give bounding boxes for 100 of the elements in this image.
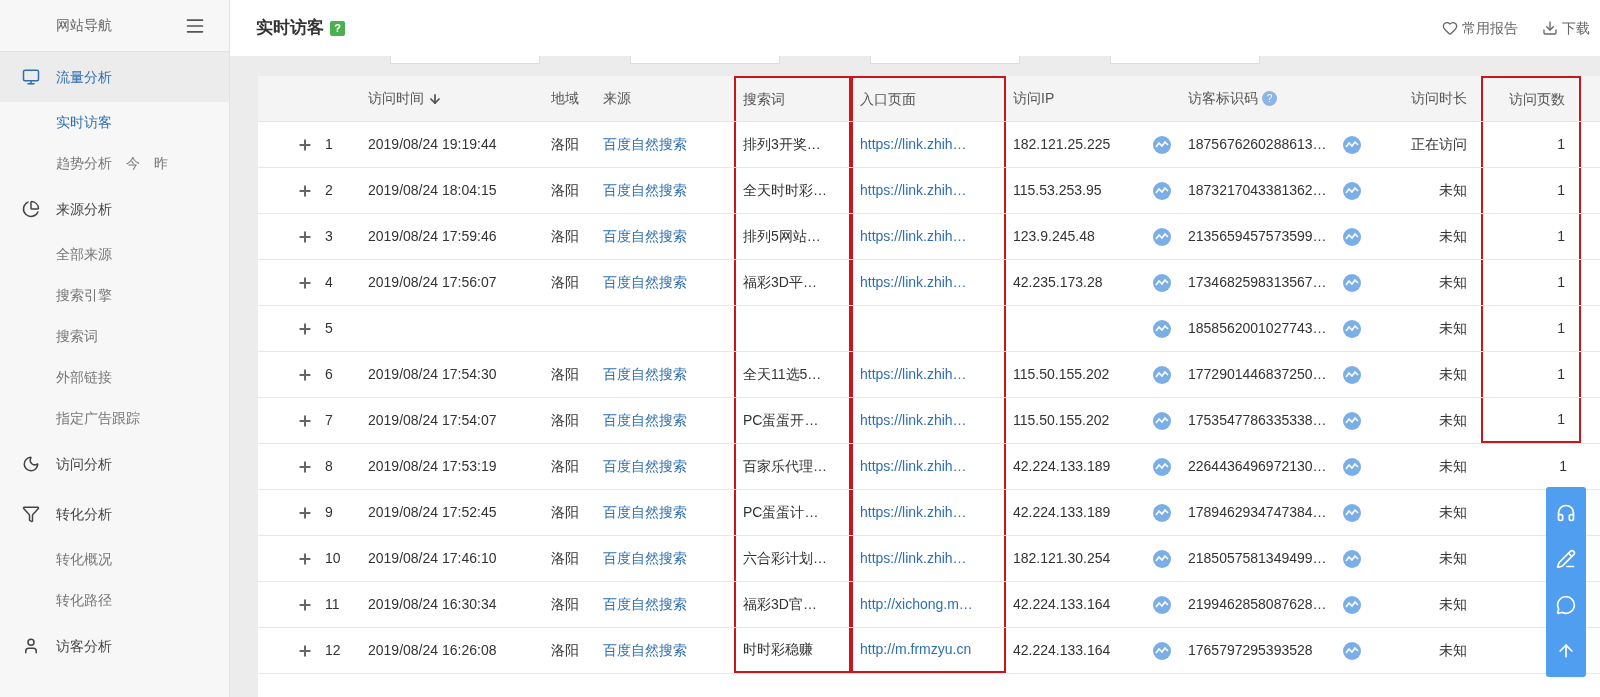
sidebar-item[interactable]: 外部链接 bbox=[56, 367, 112, 388]
sidebar-item[interactable]: 搜索词 bbox=[56, 326, 98, 347]
column-header[interactable]: 访客标识码 bbox=[1188, 88, 1258, 109]
entry-page-link[interactable]: http://xichong.m… bbox=[860, 594, 973, 615]
source-link[interactable]: 百度自然搜索 bbox=[603, 456, 687, 477]
sort-arrow-icon[interactable] bbox=[428, 91, 442, 106]
entry-page-link[interactable]: https://link.zhih… bbox=[860, 456, 967, 477]
pencil-icon[interactable] bbox=[1556, 549, 1576, 569]
trend-chart-icon[interactable] bbox=[1343, 181, 1361, 200]
trend-chart-icon[interactable] bbox=[1153, 135, 1171, 154]
trend-chart-icon[interactable] bbox=[1153, 319, 1171, 338]
trend-chart-icon[interactable] bbox=[1343, 319, 1361, 338]
expand-icon[interactable] bbox=[297, 642, 313, 659]
column-header[interactable]: 搜索词 bbox=[743, 89, 785, 110]
sidebar-item[interactable]: 转化概况 bbox=[56, 549, 112, 570]
sidebar-group[interactable]: 访问分析 bbox=[0, 439, 229, 489]
sidebar-item[interactable]: 趋势分析 bbox=[56, 153, 112, 174]
trend-chart-icon[interactable] bbox=[1153, 549, 1171, 568]
column-header[interactable]: 访问IP bbox=[1013, 88, 1055, 109]
trend-chart-icon[interactable] bbox=[1343, 549, 1361, 568]
expand-icon[interactable] bbox=[297, 412, 313, 429]
trend-chart-icon[interactable] bbox=[1343, 457, 1361, 476]
expand-icon[interactable] bbox=[297, 228, 313, 245]
source-link[interactable]: 百度自然搜索 bbox=[603, 410, 687, 431]
expand-icon[interactable] bbox=[297, 458, 313, 475]
expand-icon[interactable] bbox=[297, 366, 313, 383]
expand-icon[interactable] bbox=[297, 136, 313, 153]
period-tab[interactable]: 今 bbox=[126, 153, 140, 174]
source-link[interactable]: 百度自然搜索 bbox=[603, 640, 687, 661]
table-cell-text: 正在访问 bbox=[1411, 135, 1467, 154]
trend-chart-icon[interactable] bbox=[1153, 181, 1171, 200]
entry-page-link[interactable]: http://m.frmzyu.cn bbox=[860, 639, 972, 660]
header-action[interactable]: 常用报告 bbox=[1442, 17, 1518, 39]
period-tab[interactable]: 昨 bbox=[154, 153, 168, 174]
trend-chart-icon[interactable] bbox=[1343, 641, 1361, 660]
trend-chart-icon[interactable] bbox=[1343, 595, 1361, 614]
sidebar-group[interactable]: 来源分析 bbox=[0, 184, 229, 234]
table-cell-text: 42.235.173.28 bbox=[1013, 273, 1103, 292]
row-number: 2 bbox=[325, 181, 333, 200]
headset-icon[interactable] bbox=[1556, 503, 1576, 523]
sidebar-item[interactable]: 搜索引擎 bbox=[56, 285, 112, 306]
trend-chart-icon[interactable] bbox=[1343, 135, 1361, 154]
filter-field[interactable] bbox=[1110, 56, 1260, 64]
table-cell-text: 2019/08/24 16:26:08 bbox=[368, 641, 497, 660]
sidebar-item[interactable]: 全部来源 bbox=[56, 244, 112, 265]
column-header[interactable]: 访问时间 bbox=[368, 88, 424, 109]
header-action[interactable]: 下载 bbox=[1542, 17, 1590, 39]
trend-chart-icon[interactable] bbox=[1153, 365, 1171, 384]
source-link[interactable]: 百度自然搜索 bbox=[603, 594, 687, 615]
expand-icon[interactable] bbox=[297, 274, 313, 291]
trend-chart-icon[interactable] bbox=[1343, 503, 1361, 522]
source-link[interactable]: 百度自然搜索 bbox=[603, 364, 687, 385]
column-header[interactable]: 入口页面 bbox=[860, 89, 916, 110]
source-link[interactable]: 百度自然搜索 bbox=[603, 180, 687, 201]
sidebar-group[interactable]: 访客分析 bbox=[0, 621, 229, 671]
table-cell-text: 全天11选5… bbox=[743, 365, 822, 384]
table-cell-text: 1 bbox=[1557, 365, 1565, 384]
trend-chart-icon[interactable] bbox=[1153, 503, 1171, 522]
expand-icon[interactable] bbox=[297, 596, 313, 613]
column-header[interactable]: 来源 bbox=[603, 88, 631, 109]
trend-chart-icon[interactable] bbox=[1343, 273, 1361, 292]
entry-page-link[interactable]: https://link.zhih… bbox=[860, 180, 967, 201]
trend-chart-icon[interactable] bbox=[1343, 365, 1361, 384]
source-link[interactable]: 百度自然搜索 bbox=[603, 548, 687, 569]
expand-icon[interactable] bbox=[297, 182, 313, 199]
source-link[interactable]: 百度自然搜索 bbox=[603, 272, 687, 293]
table-cell-text: 洛阳 bbox=[551, 227, 579, 246]
expand-icon[interactable] bbox=[297, 550, 313, 567]
source-link[interactable]: 百度自然搜索 bbox=[603, 502, 687, 523]
trend-chart-icon[interactable] bbox=[1343, 411, 1361, 430]
entry-page-link[interactable]: https://link.zhih… bbox=[860, 134, 967, 155]
trend-chart-icon[interactable] bbox=[1153, 273, 1171, 292]
trend-chart-icon[interactable] bbox=[1153, 227, 1171, 246]
trend-chart-icon[interactable] bbox=[1153, 457, 1171, 476]
source-link[interactable]: 百度自然搜索 bbox=[603, 226, 687, 247]
sidebar-group[interactable]: 流量分析 bbox=[0, 52, 229, 102]
source-link[interactable]: 百度自然搜索 bbox=[603, 134, 687, 155]
trend-chart-icon[interactable] bbox=[1153, 641, 1171, 660]
column-header[interactable]: 访问时长 bbox=[1411, 88, 1467, 109]
column-header[interactable]: 地域 bbox=[551, 88, 579, 109]
sidebar-group[interactable]: 转化分析 bbox=[0, 489, 229, 539]
table-cell-text: PC蛋蛋开… bbox=[743, 411, 819, 430]
entry-page-link[interactable]: https://link.zhih… bbox=[860, 272, 967, 293]
trend-chart-icon[interactable] bbox=[1153, 595, 1171, 614]
filter-field[interactable] bbox=[870, 56, 1020, 64]
entry-page-link[interactable]: https://link.zhih… bbox=[860, 226, 967, 247]
sidebar-item[interactable]: 实时访客 bbox=[56, 112, 112, 133]
filter-field[interactable] bbox=[390, 56, 540, 64]
entry-page-link[interactable]: https://link.zhih… bbox=[860, 364, 967, 385]
entry-page-link[interactable]: https://link.zhih… bbox=[860, 410, 967, 431]
sidebar-item[interactable]: 指定广告跟踪 bbox=[56, 408, 140, 429]
entry-page-link[interactable]: https://link.zhih… bbox=[860, 548, 967, 569]
filter-field[interactable] bbox=[630, 56, 780, 64]
trend-chart-icon[interactable] bbox=[1343, 227, 1361, 246]
entry-page-link[interactable]: https://link.zhih… bbox=[860, 502, 967, 523]
expand-icon[interactable] bbox=[297, 320, 313, 337]
expand-icon[interactable] bbox=[297, 504, 313, 521]
chat-icon[interactable] bbox=[1556, 595, 1576, 615]
trend-chart-icon[interactable] bbox=[1153, 411, 1171, 430]
sidebar-item[interactable]: 转化路径 bbox=[56, 590, 112, 611]
